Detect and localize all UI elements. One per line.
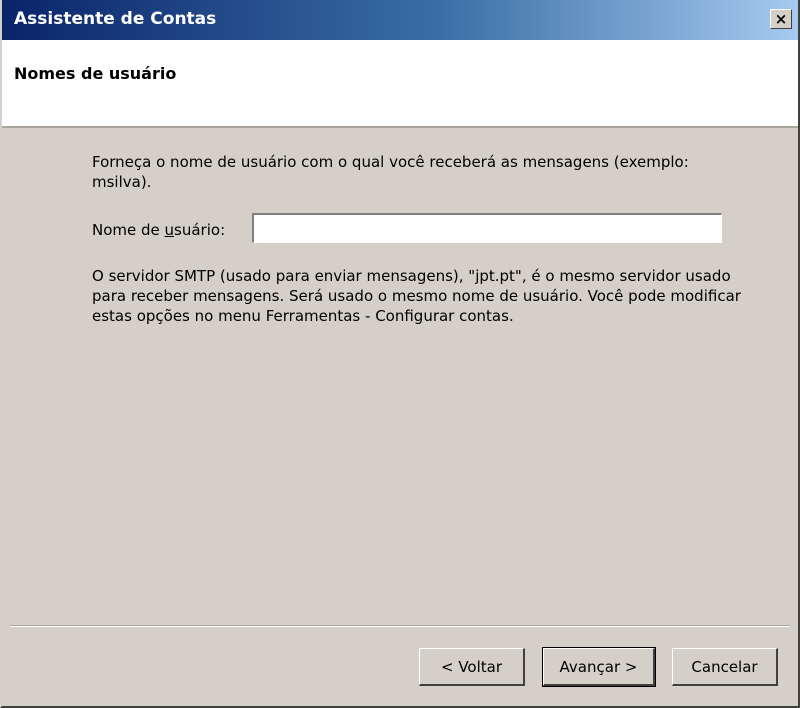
username-label-prefix: Nome de [92,221,165,239]
username-input[interactable] [252,213,722,243]
username-label-mnemonic: u [164,221,175,239]
instruction-text: Forneça o nome de usuário com o qual voc… [92,153,689,191]
page-title: Nomes de usuário [14,64,177,83]
wizard-content: Forneça o nome de usuário com o qual voc… [2,128,798,620]
close-button[interactable]: × [770,9,792,29]
username-label-suffix: suário: [174,221,226,239]
next-button[interactable]: Avançar > [542,647,656,687]
account-wizard-window: Assistente de Contas × Nomes de usuário … [0,0,800,708]
username-label: Nome de usuário: [92,216,225,244]
smtp-info-text: O servidor SMTP (usado para enviar mensa… [92,267,741,325]
title-bar[interactable]: Assistente de Contas × [2,0,798,40]
back-button[interactable]: < Voltar [419,648,525,686]
cancel-button[interactable]: Cancelar [672,648,778,686]
close-icon: × [774,9,788,28]
footer-divider [10,625,790,627]
wizard-header: Nomes de usuário [2,40,798,128]
window-title: Assistente de Contas [14,9,217,29]
